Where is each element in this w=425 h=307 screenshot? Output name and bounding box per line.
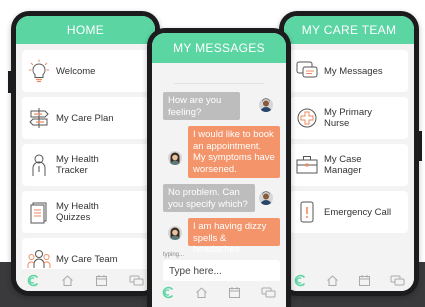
app-logo-icon[interactable] bbox=[27, 274, 40, 287]
team-item-label: My Case Manager bbox=[324, 154, 362, 176]
nurse-avatar bbox=[259, 191, 273, 205]
nurse-avatar bbox=[259, 98, 273, 112]
team-item-emergency-call[interactable]: Emergency Call bbox=[290, 191, 408, 233]
message-bubble-patient: I would like to book an appointment. My … bbox=[188, 126, 280, 178]
messages-screen: MY MESSAGES How are you feeling? I would… bbox=[152, 33, 286, 307]
home-bottom-nav bbox=[16, 269, 155, 291]
typing-indicator: typing... bbox=[163, 252, 185, 258]
chat-icon[interactable] bbox=[390, 274, 405, 287]
medical-cross-icon bbox=[290, 106, 324, 130]
briefcase-icon bbox=[290, 154, 324, 176]
chat-icon[interactable] bbox=[261, 286, 276, 299]
phone-alert-icon bbox=[290, 200, 324, 224]
care-team-header: MY CARE TEAM bbox=[284, 16, 414, 44]
message-bubble-nurse: How are you feeling? bbox=[163, 92, 240, 120]
team-bottom-nav bbox=[284, 269, 414, 291]
message-bubble-patient: I am having dizzy spells & headaches bbox=[188, 218, 280, 255]
home-icon[interactable] bbox=[326, 274, 339, 287]
messages-header: MY MESSAGES bbox=[152, 33, 286, 63]
home-screen: HOME Welcome My Care Plan My Health Trac… bbox=[16, 16, 155, 291]
home-item-label: My Health Tracker bbox=[56, 154, 99, 176]
calendar-icon[interactable] bbox=[95, 274, 108, 287]
patient-avatar bbox=[168, 226, 182, 240]
home-item-care-plan[interactable]: My Care Plan bbox=[22, 97, 149, 139]
home-phone: HOME Welcome My Care Plan My Health Trac… bbox=[8, 11, 160, 296]
patient-avatar bbox=[168, 151, 182, 165]
home-item-health-tracker[interactable]: My Health Tracker bbox=[22, 144, 149, 186]
signpost-icon bbox=[22, 106, 56, 130]
chat-icon bbox=[290, 60, 324, 82]
team-item-label: Emergency Call bbox=[324, 206, 392, 218]
chat-icon[interactable] bbox=[129, 274, 144, 287]
home-item-label: My Health Quizzes bbox=[56, 201, 99, 223]
group-icon bbox=[22, 247, 56, 271]
team-item-label: My Primary Nurse bbox=[324, 107, 373, 129]
care-team-screen: MY CARE TEAM My Messages My Primary Nurs… bbox=[284, 16, 414, 291]
home-icon[interactable] bbox=[61, 274, 74, 287]
home-header: HOME bbox=[16, 16, 155, 44]
home-item-label: My Care Team bbox=[56, 253, 118, 265]
care-team-phone: MY CARE TEAM My Messages My Primary Nurs… bbox=[279, 11, 422, 296]
calendar-icon[interactable] bbox=[228, 286, 241, 299]
home-item-label: My Care Plan bbox=[56, 112, 114, 124]
lightbulb-icon bbox=[22, 59, 56, 83]
calendar-icon[interactable] bbox=[358, 274, 371, 287]
team-item-case-manager[interactable]: My Case Manager bbox=[290, 144, 408, 186]
home-item-label: Welcome bbox=[56, 65, 96, 77]
document-icon bbox=[22, 200, 56, 224]
message-input[interactable]: Type here... bbox=[163, 260, 280, 282]
team-item-primary-nurse[interactable]: My Primary Nurse bbox=[290, 97, 408, 139]
app-logo-icon[interactable] bbox=[162, 286, 175, 299]
team-item-label: My Messages bbox=[324, 65, 383, 77]
home-item-health-quizzes[interactable]: My Health Quizzes bbox=[22, 191, 149, 233]
person-icon bbox=[22, 153, 56, 177]
messages-bottom-nav bbox=[152, 281, 286, 303]
app-logo-icon[interactable] bbox=[294, 274, 307, 287]
team-item-messages[interactable]: My Messages bbox=[290, 50, 408, 92]
home-item-welcome[interactable]: Welcome bbox=[22, 50, 149, 92]
home-icon[interactable] bbox=[195, 286, 208, 299]
messages-phone: MY MESSAGES How are you feeling? I would… bbox=[147, 28, 291, 307]
message-bubble-nurse: No problem. Can you specify which? bbox=[163, 184, 255, 212]
